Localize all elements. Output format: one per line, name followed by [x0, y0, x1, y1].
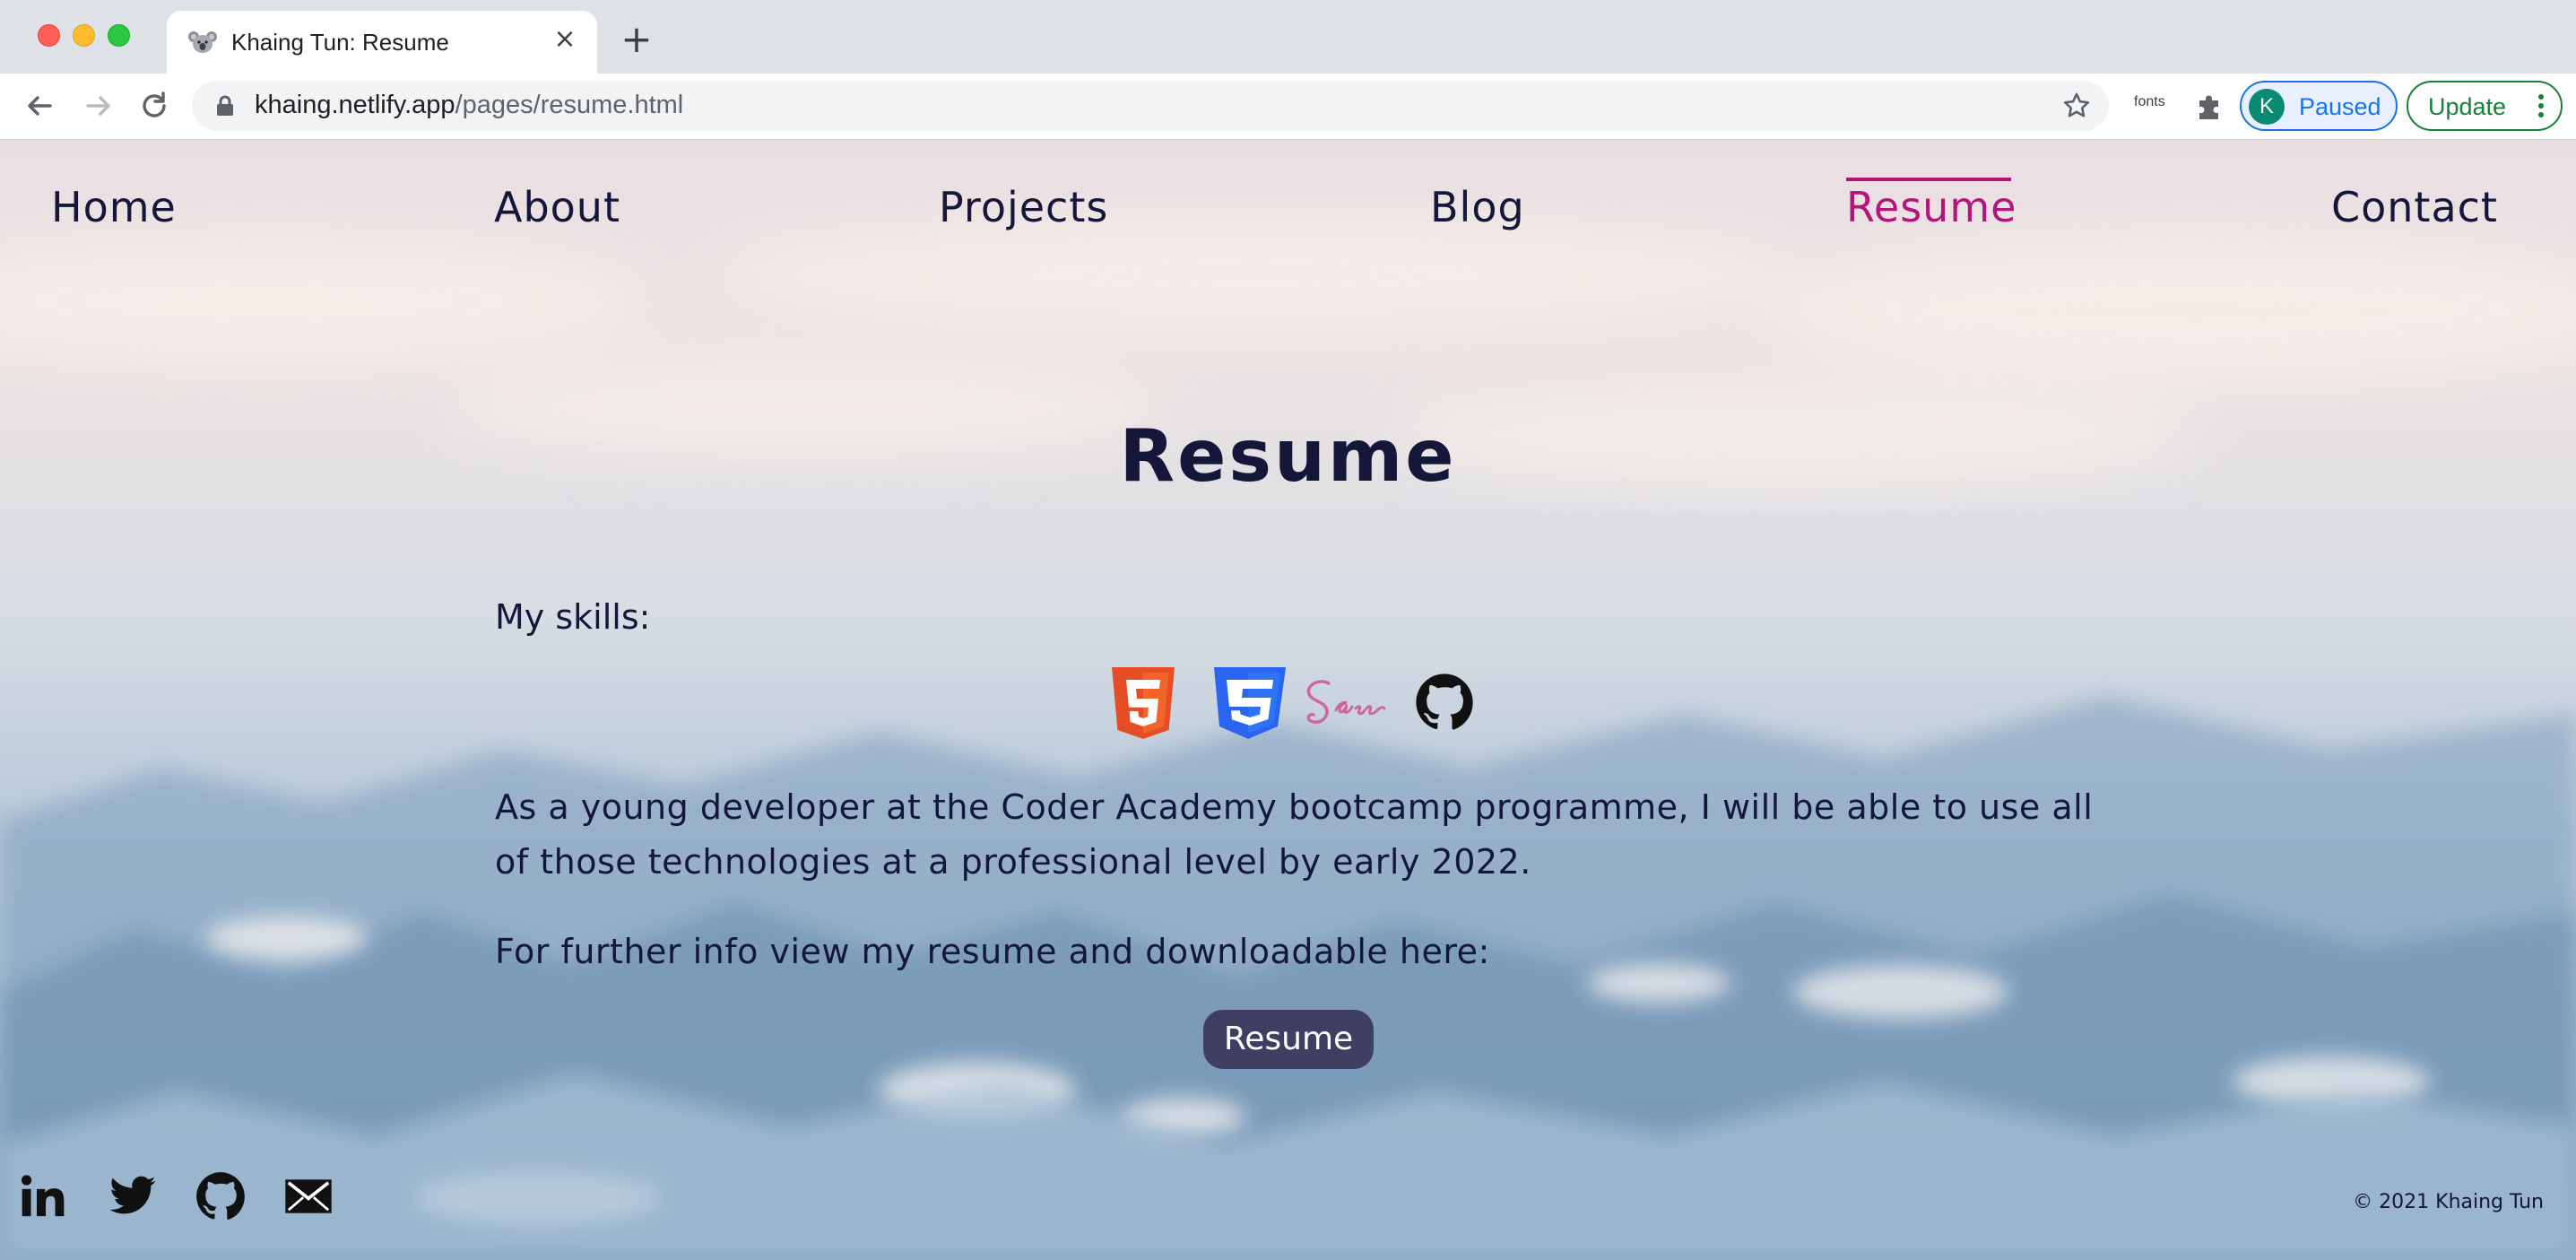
email-icon[interactable]: [283, 1171, 334, 1221]
avatar: K: [2249, 89, 2285, 125]
tab-title: Khaing Tun: Resume: [231, 29, 449, 56]
github-icon[interactable]: [195, 1171, 246, 1221]
update-button[interactable]: Update: [2407, 81, 2563, 131]
twitter-icon[interactable]: [108, 1171, 158, 1221]
cloud-mountain-background: [0, 140, 2576, 1260]
nav-blog[interactable]: Blog: [1430, 183, 1525, 231]
window-close-button[interactable]: [38, 24, 60, 47]
profile-button[interactable]: K Paused: [2240, 81, 2398, 131]
profile-status: Paused: [2299, 93, 2381, 120]
extensions-puzzle-icon[interactable]: [2193, 90, 2225, 122]
window-zoom-button[interactable]: [108, 24, 130, 47]
url-path: /pages/resume.html: [455, 91, 684, 119]
url-host: khaing.netlify.app: [255, 91, 455, 119]
fonts-extension-button[interactable]: fonts: [2134, 94, 2165, 110]
css3-icon: [1214, 667, 1286, 739]
url-text[interactable]: khaing.netlify.app/pages/resume.html: [255, 91, 683, 120]
tab-close-icon[interactable]: ×: [551, 25, 579, 54]
nav-contact[interactable]: Contact: [2331, 183, 2498, 231]
lock-icon[interactable]: [215, 95, 235, 117]
nav-active-indicator: [1846, 178, 2011, 181]
page-title: Resume: [1119, 414, 1457, 498]
nav-resume[interactable]: Resume: [1846, 183, 2017, 231]
forward-arrow-icon[interactable]: [81, 88, 117, 124]
back-arrow-icon[interactable]: [22, 88, 57, 124]
sass-icon: [1306, 680, 1386, 724]
reload-icon[interactable]: [136, 88, 172, 124]
update-label: Update: [2428, 93, 2507, 120]
kebab-menu-icon[interactable]: [2537, 93, 2545, 118]
window-minimize-button[interactable]: [73, 24, 95, 47]
bookmark-star-icon[interactable]: [2062, 91, 2091, 120]
address-bar[interactable]: khaing.netlify.app/pages/resume.html: [192, 81, 2109, 131]
browser-tab-strip: Khaing Tun: Resume × +: [0, 0, 2576, 74]
intro-paragraph: As a young developer at the Coder Academ…: [495, 787, 2094, 882]
nav-home[interactable]: Home: [51, 183, 177, 231]
linkedin-icon[interactable]: [18, 1171, 68, 1221]
resume-info-paragraph: For further info view my resume and down…: [495, 932, 1490, 971]
html5-icon: [1112, 667, 1175, 739]
browser-toolbar: khaing.netlify.app/pages/resume.html fon…: [0, 74, 2576, 140]
page-viewport: Home About Projects Blog Resume Contact …: [0, 140, 2576, 1260]
copyright: © 2021 Khaing Tun: [2353, 1191, 2544, 1213]
koala-favicon-icon: [188, 31, 217, 53]
resume-button[interactable]: Resume: [1203, 1010, 1374, 1069]
github-icon: [1416, 673, 1473, 730]
nav-projects[interactable]: Projects: [939, 183, 1108, 231]
new-tab-button[interactable]: +: [619, 21, 655, 58]
browser-tab-active[interactable]: Khaing Tun: Resume ×: [167, 11, 597, 74]
skills-label: My skills:: [495, 597, 651, 637]
nav-about[interactable]: About: [494, 183, 620, 231]
